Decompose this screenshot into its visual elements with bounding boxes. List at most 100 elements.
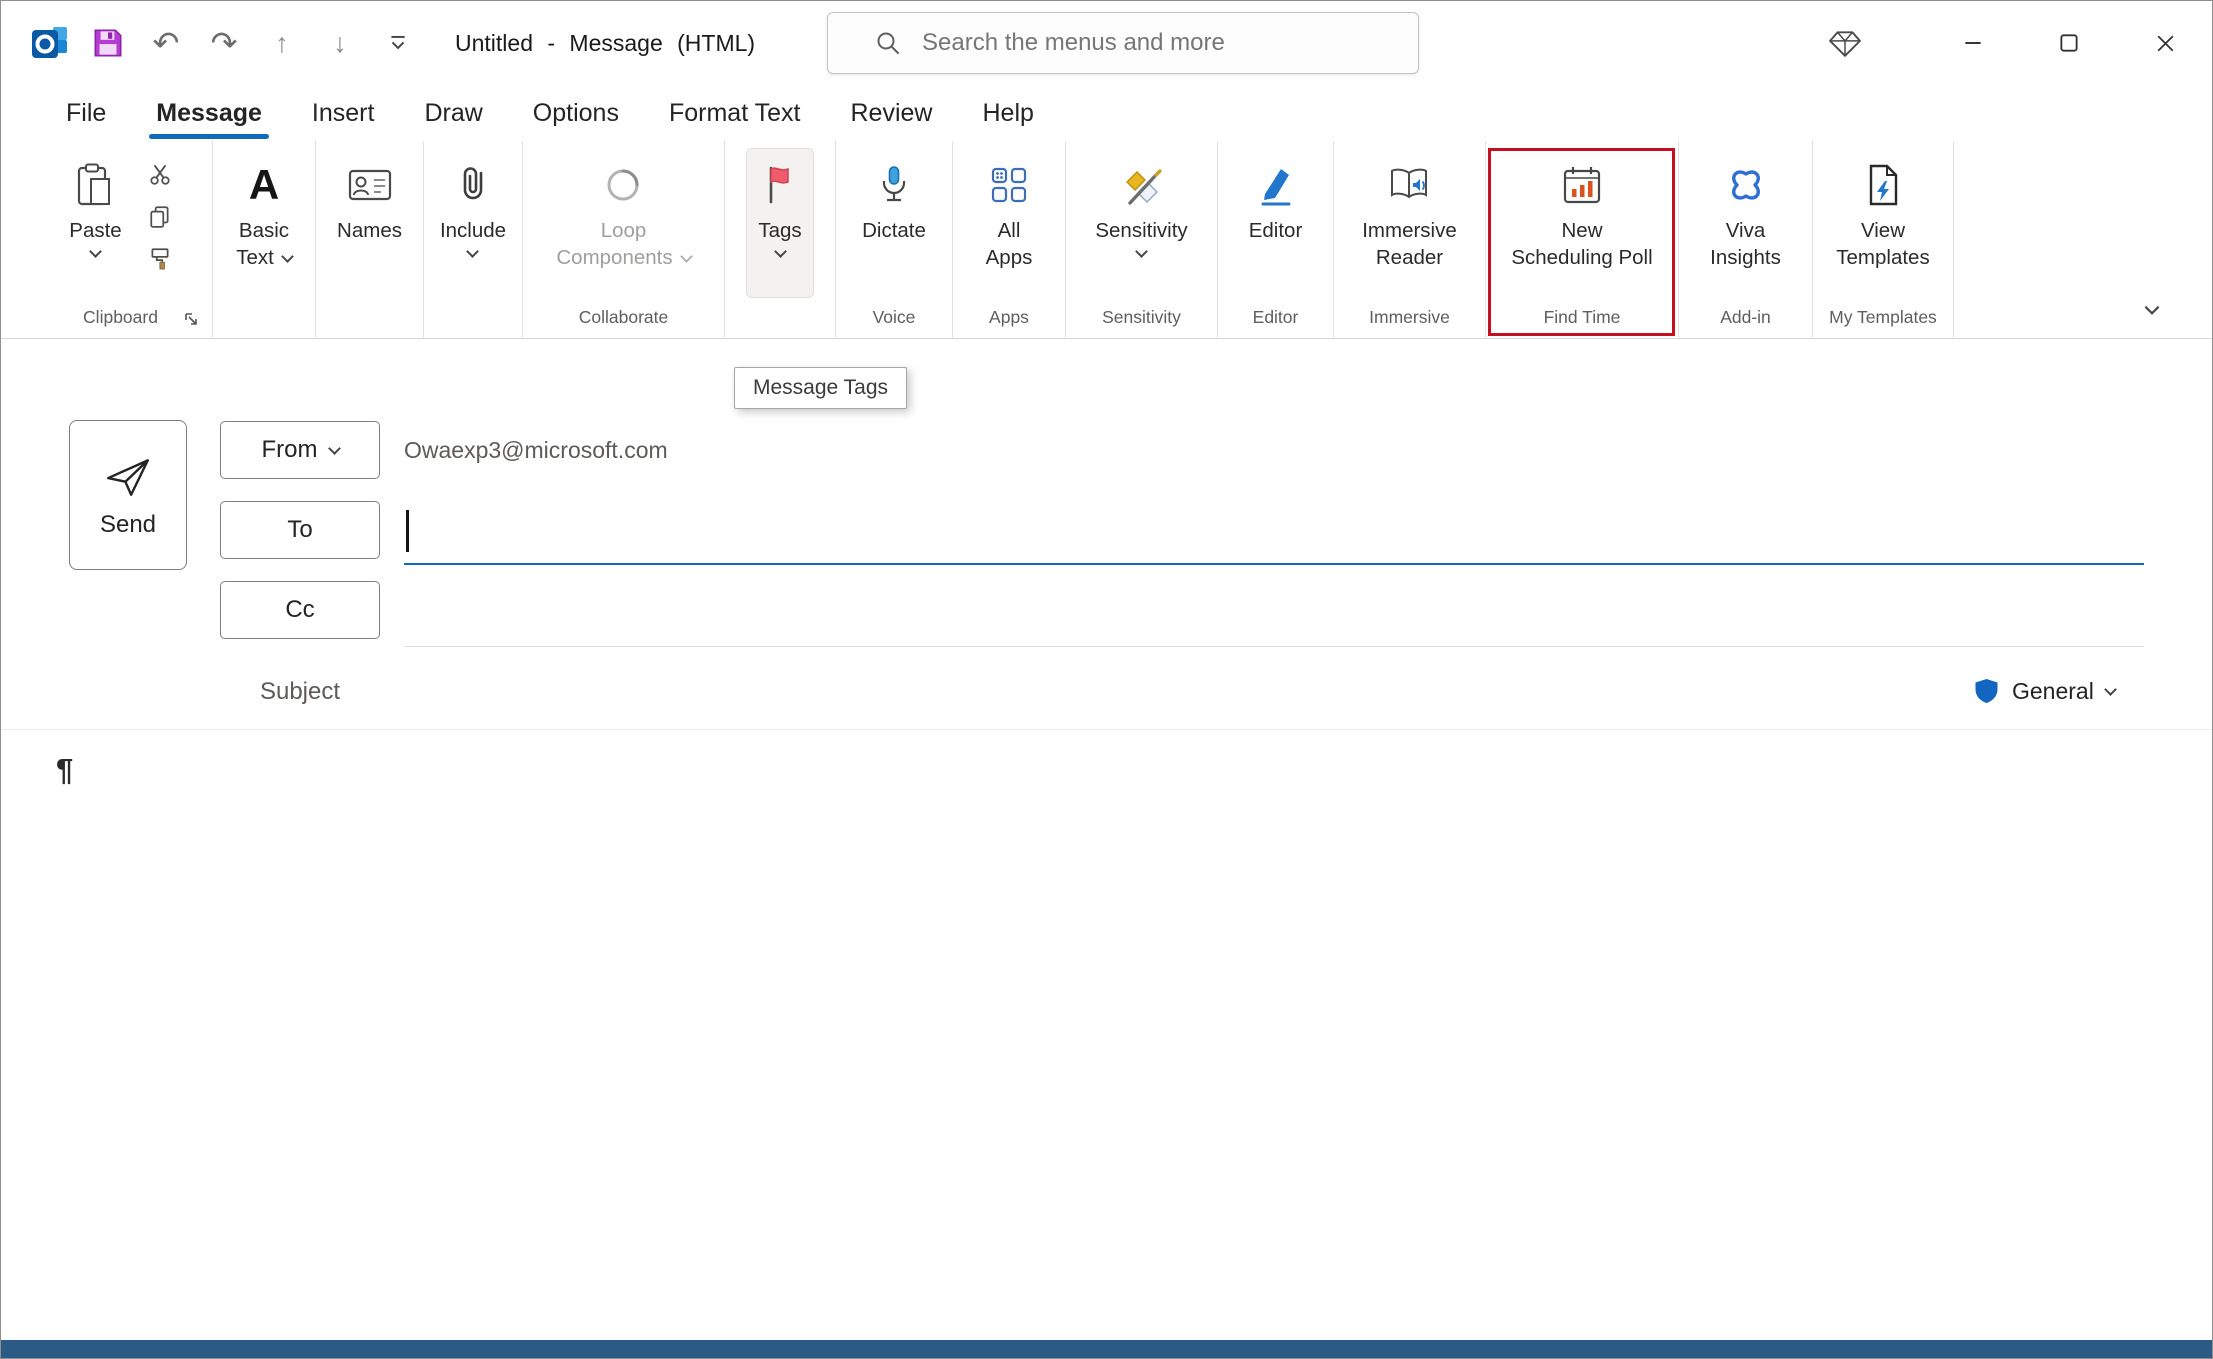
undo-button[interactable]: ↶ <box>137 14 195 72</box>
scheduling-label-line2: Scheduling Poll <box>1511 246 1653 269</box>
sensitivity-icon <box>1119 153 1165 217</box>
include-button[interactable]: Include <box>430 149 516 297</box>
copy-button[interactable] <box>138 195 182 237</box>
to-button[interactable]: To <box>220 501 380 559</box>
paste-label: Paste <box>69 219 122 242</box>
cut-button[interactable] <box>138 153 182 195</box>
basic-text-button[interactable]: A Basic Text <box>226 149 302 297</box>
save-button[interactable] <box>79 14 137 72</box>
all-apps-button[interactable]: All Apps <box>976 149 1043 297</box>
next-item-button[interactable]: ↓ <box>311 14 369 72</box>
viva-insights-button[interactable]: Viva Insights <box>1700 149 1791 297</box>
ribbon-group-add-in: Viva Insights Add-in <box>1679 141 1813 338</box>
paragraph-mark: ¶ <box>56 752 74 787</box>
minimize-button[interactable] <box>1940 12 2006 74</box>
to-field[interactable] <box>404 501 2144 565</box>
dictate-button[interactable]: Dictate <box>852 149 936 297</box>
cc-field[interactable] <box>404 581 2144 647</box>
menu-options[interactable]: Options <box>508 85 644 141</box>
all-apps-label-line2: Apps <box>985 246 1033 269</box>
sensitivity-label: Sensitivity <box>1095 219 1188 242</box>
search-box[interactable] <box>827 12 1419 74</box>
titlebar: ↶ ↷ ↑ ↓ Untitled - Message (HTML) <box>1 1 2212 85</box>
ribbon-group-clipboard: Paste Clipboard <box>29 141 213 338</box>
from-button[interactable]: From <box>220 421 380 479</box>
menu-review[interactable]: Review <box>826 85 958 141</box>
menu-insert[interactable]: Insert <box>287 85 400 141</box>
cc-button[interactable]: Cc <box>220 581 380 639</box>
customize-quick-access-button[interactable] <box>369 14 427 72</box>
voice-group-label: Voice <box>872 307 916 327</box>
loop-label-line2: Components <box>556 244 693 271</box>
menu-message[interactable]: Message <box>131 85 287 141</box>
add-in-group-label: Add-in <box>1720 307 1771 327</box>
include-dropdown-chevron <box>466 245 480 258</box>
basic-text-label-line1: Basic <box>238 219 290 242</box>
find-time-group-label: Find Time <box>1543 307 1621 327</box>
editor-button[interactable]: Editor <box>1239 149 1313 297</box>
ribbon-group-editor: Editor Editor <box>1218 141 1334 338</box>
sensitivity-button[interactable]: Sensitivity <box>1085 149 1197 297</box>
search-input[interactable] <box>922 29 1402 57</box>
names-button[interactable]: Names <box>327 149 412 297</box>
ribbon-group-voice: Dictate Voice <box>836 141 953 338</box>
format-painter-button[interactable] <box>138 237 182 279</box>
redo-button[interactable]: ↷ <box>195 14 253 72</box>
bottom-status-strip <box>1 1340 2212 1358</box>
paste-dropdown-chevron <box>89 245 102 258</box>
maximize-button[interactable] <box>2036 12 2102 74</box>
tags-button[interactable]: Tags <box>746 148 814 298</box>
titlebar-controls <box>1810 1 2212 85</box>
all-apps-label-line1: All <box>997 219 1021 242</box>
include-label: Include <box>439 219 507 242</box>
cc-label: Cc <box>285 596 315 623</box>
text-caret <box>406 510 409 552</box>
new-scheduling-poll-button[interactable]: New Scheduling Poll <box>1501 149 1662 297</box>
viva-label-line2: Insights <box>1710 246 1781 269</box>
from-label: From <box>261 436 318 463</box>
to-label: To <box>287 516 313 543</box>
close-button[interactable] <box>2132 12 2198 74</box>
immersive-reader-button[interactable]: Immersive Reader <box>1352 149 1467 297</box>
search-icon <box>874 29 902 57</box>
paste-button[interactable]: Paste <box>59 149 131 297</box>
my-templates-group-label: My Templates <box>1829 307 1937 327</box>
sensitivity-badge-label: General <box>2012 677 2094 704</box>
editor-group-label: Editor <box>1252 307 1299 327</box>
scheduling-label-line1: New <box>1561 219 1603 242</box>
immersive-label-line1: Immersive <box>1362 219 1457 242</box>
tooltip-message-tags: Message Tags <box>734 367 908 409</box>
sensitivity-badge[interactable]: General <box>1973 668 2117 714</box>
customize-chevron-icon <box>391 35 405 50</box>
apps-group-label: Apps <box>989 307 1029 327</box>
gem-button[interactable] <box>1810 27 1880 59</box>
ribbon-group-tags: Tags <box>725 141 836 338</box>
previous-item-button[interactable]: ↑ <box>253 14 311 72</box>
sensitivity-dropdown-chevron <box>1135 245 1148 258</box>
sensitivity-group-label: Sensitivity <box>1102 307 1181 327</box>
from-field[interactable]: Owaexp3@microsoft.com <box>404 421 2144 479</box>
send-button[interactable]: Send <box>69 420 187 570</box>
subject-field[interactable] <box>404 664 1912 720</box>
basic-text-label-line2: Text <box>236 244 294 271</box>
collapse-ribbon-button[interactable] <box>2130 292 2174 328</box>
names-icon <box>347 153 393 217</box>
menu-file[interactable]: File <box>41 85 131 141</box>
menu-draw[interactable]: Draw <box>399 85 507 141</box>
outlook-app-icon <box>21 14 79 72</box>
gem-icon <box>1829 31 1861 57</box>
loop-dropdown-chevron <box>679 250 693 263</box>
copy-icon <box>150 206 169 228</box>
window-title: Untitled - Message (HTML) <box>455 29 756 56</box>
send-label: Send <box>99 511 157 538</box>
menu-help[interactable]: Help <box>957 85 1058 141</box>
ribbon-group-names: Names <box>316 141 424 338</box>
loop-components-button[interactable]: Loop Components <box>546 149 700 297</box>
scheduling-poll-icon <box>1559 153 1605 217</box>
menu-format-text[interactable]: Format Text <box>644 85 826 141</box>
ribbon-group-sensitivity: Sensitivity Sensitivity <box>1066 141 1218 338</box>
ribbon-group-immersive: Immersive Reader Immersive <box>1334 141 1486 338</box>
message-body[interactable]: ¶ <box>1 730 2212 1340</box>
view-templates-button[interactable]: View Templates <box>1826 149 1939 297</box>
clipboard-dialog-launcher[interactable] <box>182 310 200 328</box>
